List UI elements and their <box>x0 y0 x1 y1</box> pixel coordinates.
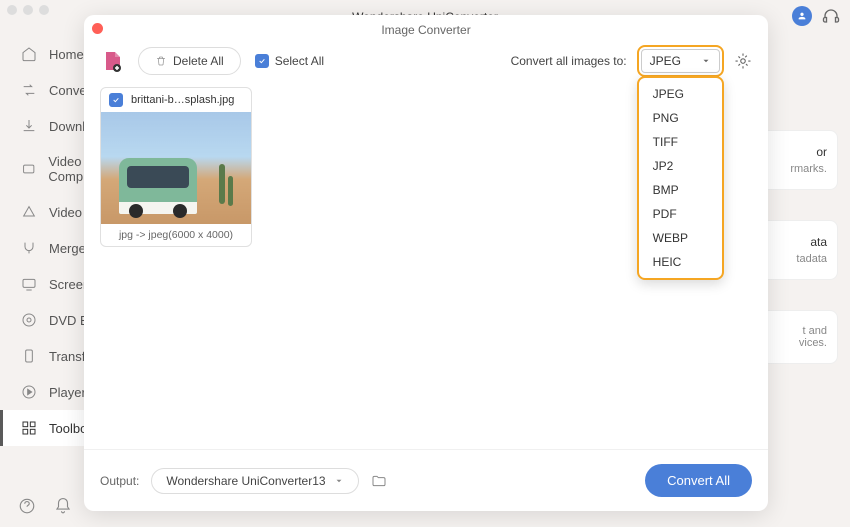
format-option-jpeg[interactable]: JPEG <box>639 82 722 106</box>
bottom-icons <box>18 497 72 515</box>
select-all-label: Select All <box>275 54 324 68</box>
sidebar-item-label: Home <box>49 47 84 62</box>
card-filename: brittani-b…splash.jpg <box>131 94 234 106</box>
sidebar-item-label: Player <box>49 385 86 400</box>
convert-all-button[interactable]: Convert All <box>645 464 752 497</box>
format-dropdown: JPEG PNG TIFF JP2 BMP PDF WEBP HEIC <box>637 76 724 280</box>
toolbox-icon <box>21 420 37 436</box>
output-path-select[interactable]: Wondershare UniConverter13 <box>151 468 358 494</box>
delete-all-button[interactable]: Delete All <box>138 47 241 75</box>
format-option-webp[interactable]: WEBP <box>639 226 722 250</box>
screen-icon <box>21 276 37 292</box>
editor-icon <box>21 204 37 220</box>
header-icons <box>792 6 840 26</box>
card-checkbox[interactable] <box>109 93 123 107</box>
card-thumbnail <box>101 112 251 224</box>
card-conversion-info: jpg -> jpeg(6000 x 4000) <box>101 224 251 246</box>
format-option-pdf[interactable]: PDF <box>639 202 722 226</box>
format-option-jp2[interactable]: JP2 <box>639 154 722 178</box>
format-option-bmp[interactable]: BMP <box>639 178 722 202</box>
convert-icon <box>21 82 37 98</box>
modal-title: Image Converter <box>84 15 768 41</box>
checkbox-icon <box>255 54 269 68</box>
modal-close-button[interactable] <box>92 23 103 34</box>
output-label: Output: <box>100 474 139 488</box>
bell-icon[interactable] <box>54 497 72 515</box>
format-select[interactable]: JPEG JPEG PNG TIFF JP2 BMP PDF WEBP HEIC <box>641 49 720 73</box>
add-file-icon[interactable] <box>100 49 124 73</box>
play-icon <box>21 384 37 400</box>
select-all-checkbox[interactable]: Select All <box>255 54 324 68</box>
support-icon[interactable] <box>822 7 840 25</box>
gear-icon <box>734 52 752 70</box>
dvd-icon <box>21 312 37 328</box>
modal-toolbar: Delete All Select All Convert all images… <box>84 41 768 87</box>
download-icon <box>21 118 37 134</box>
user-icon <box>797 11 807 21</box>
modal-footer: Output: Wondershare UniConverter13 Conve… <box>84 449 768 511</box>
avatar[interactable] <box>792 6 812 26</box>
delete-all-label: Delete All <box>173 54 224 68</box>
format-option-heic[interactable]: HEIC <box>639 250 722 274</box>
format-option-tiff[interactable]: TIFF <box>639 130 722 154</box>
help-icon[interactable] <box>18 497 36 515</box>
format-option-png[interactable]: PNG <box>639 106 722 130</box>
settings-button[interactable] <box>734 52 752 70</box>
convert-to-label: Convert all images to: <box>511 54 627 68</box>
home-icon <box>21 46 37 62</box>
image-card[interactable]: brittani-b…splash.jpg jpg -> jpeg(6000 x… <box>100 87 252 247</box>
selected-format: JPEG <box>650 54 681 68</box>
transfer-icon <box>21 348 37 364</box>
open-folder-icon[interactable] <box>371 473 387 489</box>
merger-icon <box>21 240 37 256</box>
compress-icon <box>21 161 36 177</box>
trash-icon <box>155 55 167 67</box>
output-path: Wondershare UniConverter13 <box>166 474 325 488</box>
chevron-down-icon <box>334 476 344 486</box>
chevron-down-icon <box>701 56 711 66</box>
card-header: brittani-b…splash.jpg <box>101 88 251 112</box>
image-converter-modal: Image Converter Delete All Select All Co… <box>84 15 768 511</box>
